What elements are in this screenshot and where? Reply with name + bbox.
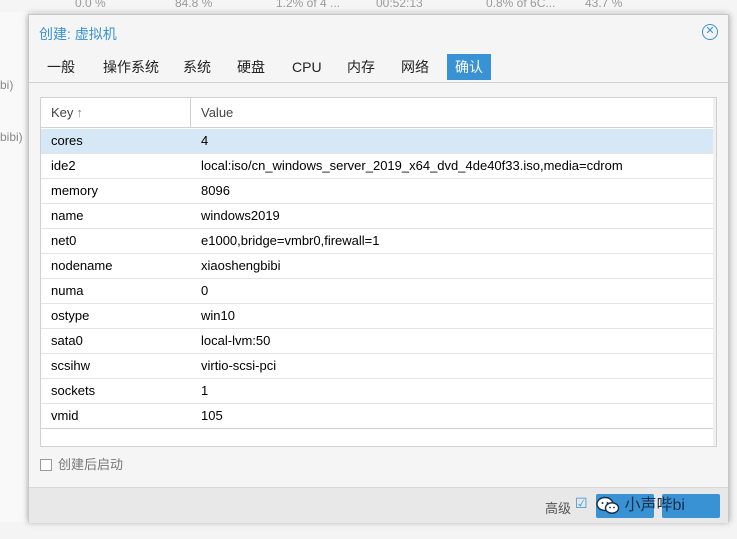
table-row[interactable]: sata0 local-lvm:50 (41, 329, 715, 354)
wechat-icon (596, 496, 620, 514)
row-value: virtio-scsi-pci (201, 358, 277, 373)
row-value: 1 (201, 383, 209, 398)
bg-stat: 1.2% of 4 ... (276, 0, 341, 10)
table-row[interactable]: scsihw virtio-scsi-pci (41, 354, 715, 379)
watermark: 小声哔bi (596, 493, 720, 519)
row-value: 105 (201, 408, 223, 423)
bg-stat: 43.7 % (585, 0, 623, 10)
row-value: local:iso/cn_windows_server_2019_x64_dvd… (201, 158, 623, 173)
background-sidebar: bi) bibi) (0, 12, 30, 539)
table-row[interactable]: vmid 105 (41, 404, 715, 429)
row-value: 4 (201, 133, 209, 148)
row-key: cores (51, 133, 83, 148)
row-value: xiaoshengbibi (201, 258, 281, 273)
table-row[interactable]: cores 4 (41, 129, 715, 154)
grid-header: Key ↑ Value (41, 98, 716, 128)
dialog-title: 创建: 虚拟机 (39, 26, 117, 42)
row-key: name (51, 208, 84, 223)
tab-system[interactable]: 系统 (175, 54, 219, 80)
table-row[interactable]: numa 0 (41, 279, 715, 304)
bg-sidebar-item[interactable]: bibi) (0, 130, 23, 144)
row-key: ostype (51, 308, 90, 323)
row-key: scsihw (51, 358, 91, 373)
tab-memory[interactable]: 内存 (339, 54, 383, 80)
dialog-header: 创建: 虚拟机 ✕ (29, 15, 728, 51)
advanced-checkbox[interactable]: ☑ (575, 496, 589, 510)
row-value: 0 (201, 283, 209, 298)
bg-stat: 84.8 % (175, 0, 213, 10)
row-key: nodename (51, 258, 113, 273)
row-key: numa (51, 283, 84, 298)
row-key: memory (51, 183, 98, 198)
background-stats-bar: 0.0 % 84.8 % 1.2% of 4 ... 00:52:13 0.8%… (0, 0, 737, 12)
start-after-create-label: 创建后启动 (58, 457, 124, 472)
tab-cpu[interactable]: CPU (284, 54, 330, 80)
bg-sidebar-item[interactable]: bi) (0, 78, 13, 92)
table-row[interactable]: sockets 1 (41, 379, 715, 404)
tab-os[interactable]: 操作系统 (95, 54, 167, 80)
table-row[interactable]: ostype win10 (41, 304, 715, 329)
sort-ascending-arrow-icon: ↑ (76, 105, 83, 120)
confirm-grid: Key ↑ Value cores 4 ide2 local:iso/cn_windo… (40, 97, 717, 447)
row-value: 8096 (201, 183, 230, 198)
background-bottom-edge (0, 522, 737, 539)
bg-stat: 0.0 % (75, 0, 106, 10)
row-key: sockets (51, 383, 96, 398)
background-right-edge (729, 12, 737, 539)
table-row[interactable]: ide2 local:iso/cn_windows_server_2019_x64… (41, 154, 715, 179)
table-row[interactable]: memory 8096 (41, 179, 715, 204)
column-header-key-label: Key (51, 105, 74, 120)
tab-network[interactable]: 网络 (393, 54, 437, 80)
bg-stat: 0.8% of 6C... (486, 0, 556, 10)
row-value: windows2019 (201, 208, 280, 223)
row-value: win10 (201, 308, 235, 323)
table-row[interactable]: net0 e1000,bridge=vmbr0,firewall=1 (41, 229, 715, 254)
tab-general[interactable]: 一般 (39, 54, 83, 80)
watermark-text: 小声哔bi (624, 497, 685, 514)
table-row[interactable]: name windows2019 (41, 204, 715, 229)
row-value: e1000,bridge=vmbr0,firewall=1 (201, 233, 380, 248)
row-key: sata0 (51, 333, 83, 348)
start-after-create-option[interactable]: 创建后启动 (40, 456, 123, 474)
tab-divider (29, 82, 728, 83)
grid-scrollbar[interactable] (713, 98, 716, 446)
column-header-key[interactable]: Key ↑ (41, 98, 191, 128)
advanced-label: 高级 (545, 501, 572, 516)
row-value: local-lvm:50 (201, 333, 271, 348)
tab-confirm[interactable]: 确认 (447, 54, 491, 80)
grid-rows: cores 4 ide2 local:iso/cn_windows_server_2… (41, 129, 715, 429)
row-key: ide2 (51, 158, 76, 173)
table-row[interactable]: nodename xiaoshengbibi (41, 254, 715, 279)
row-key: net0 (51, 233, 77, 248)
bg-stat: 00:52:13 (376, 0, 423, 10)
close-icon[interactable]: ✕ (702, 24, 718, 40)
tab-disk[interactable]: 硬盘 (229, 54, 273, 80)
start-after-create-checkbox[interactable] (40, 459, 52, 471)
column-header-value[interactable]: Value (191, 98, 714, 128)
create-vm-dialog: 创建: 虚拟机 ✕ 一般 操作系统 系统 硬盘 CPU 内存 网络 确认 Key… (28, 14, 729, 523)
row-key: vmid (51, 408, 79, 423)
grid-bottom-border (41, 428, 715, 429)
